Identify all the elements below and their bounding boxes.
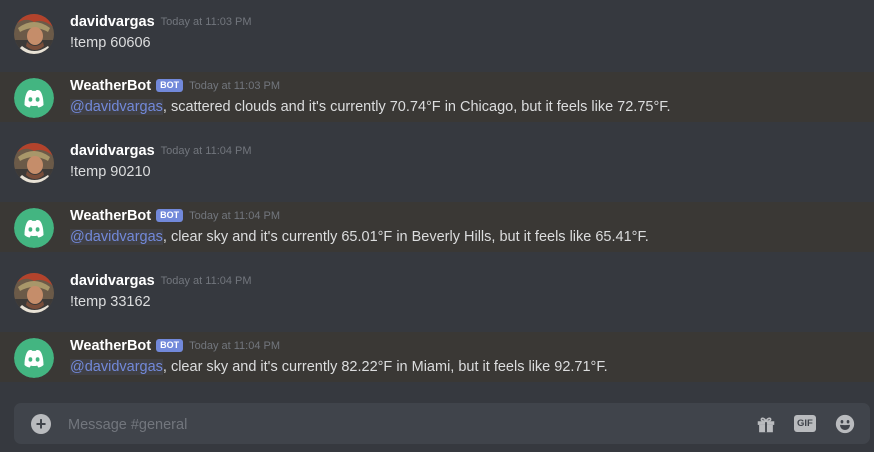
message-content: @davidvargas, scattered clouds and it's … <box>70 99 671 115</box>
message-content: @davidvargas, clear sky and it's current… <box>70 229 649 245</box>
message-text: , clear sky and it's currently 82.22°F i… <box>162 359 608 375</box>
message-timestamp: Today at 11:04 PM <box>189 339 281 352</box>
user-mention[interactable]: @davidvargas <box>70 229 163 245</box>
user-avatar-image <box>14 273 54 313</box>
bot-badge: BOT <box>156 79 184 93</box>
bot-avatar[interactable] <box>14 208 54 248</box>
message-input[interactable] <box>66 411 670 438</box>
user-mention[interactable]: @davidvargas <box>70 99 163 115</box>
discord-logo-icon <box>14 208 54 248</box>
user-avatar[interactable] <box>14 143 54 183</box>
user-avatar[interactable] <box>14 273 54 313</box>
gif-button[interactable]: GIF <box>794 415 816 432</box>
message-author[interactable]: WeatherBot <box>70 338 151 354</box>
plus-icon[interactable]: + <box>31 414 51 434</box>
message-timestamp: Today at 11:03 PM <box>189 79 281 92</box>
message-item: davidvargas Today at 11:03 PM !temp 60606 <box>0 8 874 58</box>
bot-avatar[interactable] <box>14 78 54 118</box>
message-author[interactable]: WeatherBot <box>70 208 151 224</box>
message-composer: + GIF <box>14 403 870 444</box>
message-item: davidvargas Today at 11:04 PM !temp 33162 <box>0 267 874 317</box>
message-author[interactable]: davidvargas <box>70 273 155 289</box>
message-item: davidvargas Today at 11:04 PM !temp 90210 <box>0 137 874 187</box>
message-item: WeatherBot BOT Today at 11:04 PM @davidvar… <box>0 202 874 252</box>
bot-avatar[interactable] <box>14 338 54 378</box>
discord-logo-icon <box>14 78 54 118</box>
bot-badge: BOT <box>156 339 184 353</box>
message-timestamp: Today at 11:04 PM <box>160 144 252 157</box>
user-avatar-image <box>14 143 54 183</box>
discord-logo-icon <box>14 338 54 378</box>
user-avatar[interactable] <box>14 14 54 54</box>
user-avatar-image <box>14 14 54 54</box>
message-list: davidvargas Today at 11:03 PM !temp 60606… <box>0 0 874 392</box>
bot-badge: BOT <box>156 209 184 223</box>
message-timestamp: Today at 11:04 PM <box>189 209 281 222</box>
message-text: , scattered clouds and it's currently 70… <box>162 99 671 115</box>
message-author[interactable]: WeatherBot <box>70 78 151 94</box>
gift-icon[interactable] <box>755 413 777 435</box>
user-mention[interactable]: @davidvargas <box>70 359 163 375</box>
message-item: WeatherBot BOT Today at 11:03 PM @davidvar… <box>0 72 874 122</box>
message-content: @davidvargas, clear sky and it's current… <box>70 359 608 375</box>
message-text: , clear sky and it's currently 65.01°F i… <box>162 229 649 245</box>
message-content: !temp 60606 <box>70 35 151 51</box>
message-content: !temp 33162 <box>70 294 151 310</box>
message-timestamp: Today at 11:04 PM <box>160 274 252 287</box>
message-timestamp: Today at 11:03 PM <box>160 15 252 28</box>
emoji-icon[interactable] <box>834 413 856 435</box>
message-content: !temp 90210 <box>70 164 151 180</box>
message-author[interactable]: davidvargas <box>70 143 155 159</box>
message-author[interactable]: davidvargas <box>70 14 155 30</box>
message-item: WeatherBot BOT Today at 11:04 PM @davidvar… <box>0 332 874 382</box>
